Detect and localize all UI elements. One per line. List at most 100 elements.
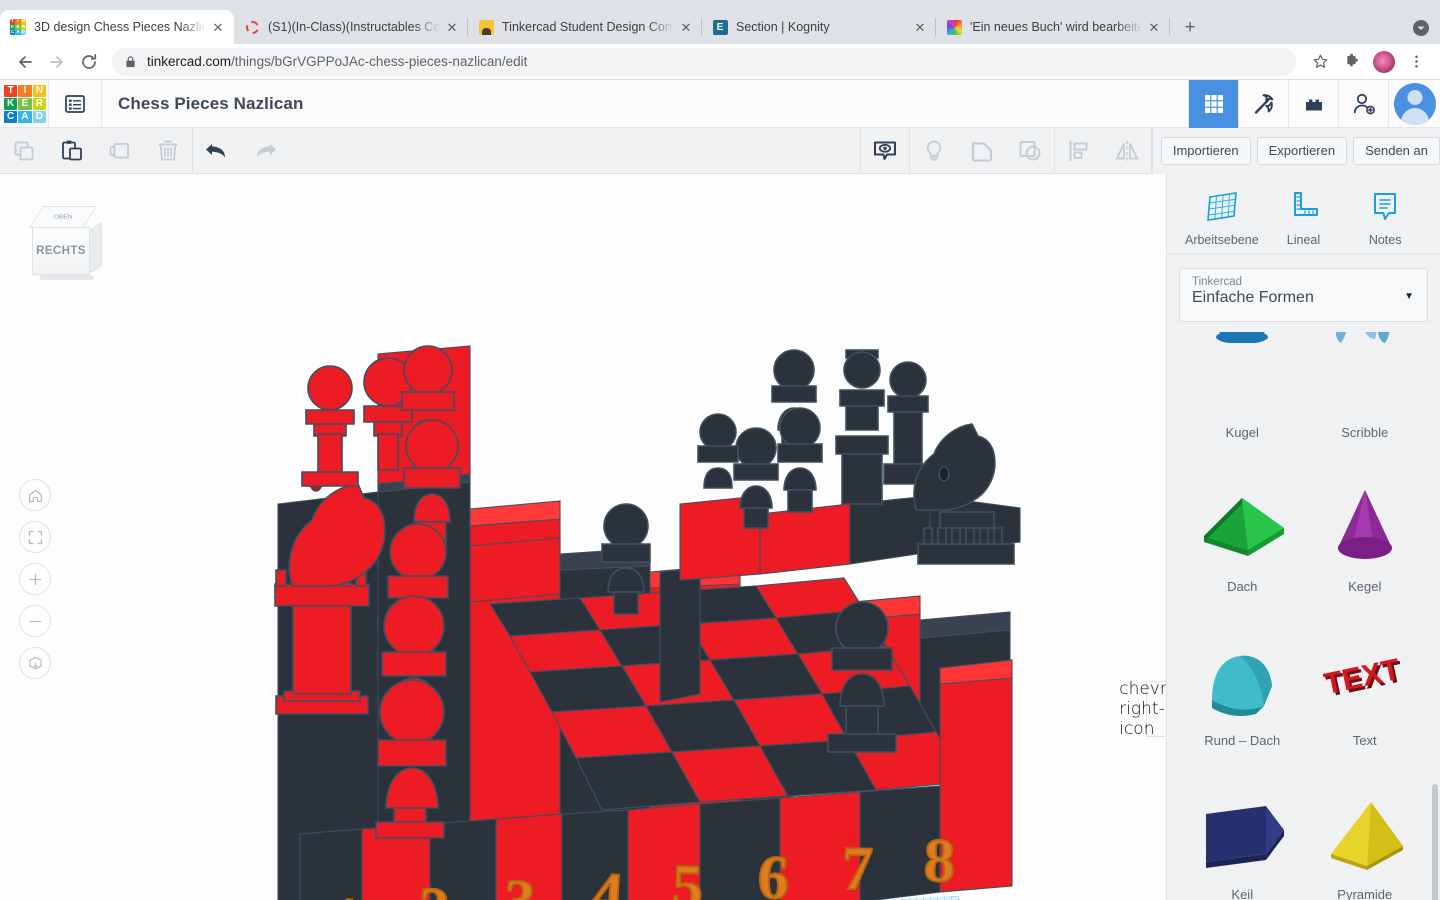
- shape-rund-dach[interactable]: Rund – Dach: [1181, 602, 1304, 756]
- browser-tab-bar: TIN KER CAD 3D design Chess Pieces Nazli…: [0, 0, 1440, 44]
- logo-letter: R: [32, 97, 46, 110]
- tinkercad-icon: TIN KER CAD: [10, 19, 26, 35]
- close-icon[interactable]: ✕: [1146, 19, 1162, 35]
- arrow-right-icon: [50, 55, 63, 68]
- shape-library-value: Einfache Formen: [1192, 289, 1314, 306]
- shape-keil[interactable]: Keil: [1181, 756, 1304, 900]
- tab-list-menu-button[interactable]: [1412, 19, 1430, 37]
- hint-button[interactable]: [910, 128, 958, 174]
- piece-knight-dark: [913, 423, 996, 511]
- editor-actions: Importieren Exportieren Senden an: [1151, 127, 1440, 174]
- piece-bishop-dark: [827, 601, 897, 753]
- browser-tab[interactable]: 'Ein neues Buch' wird bearbeite ✕: [936, 10, 1170, 44]
- logo-letter: D: [32, 110, 46, 123]
- reload-button[interactable]: [74, 47, 104, 77]
- lego-brick-icon: [1305, 99, 1322, 110]
- page-title[interactable]: Chess Pieces Nazlican: [102, 94, 303, 114]
- browser-tab[interactable]: TIN KER CAD 3D design Chess Pieces Nazli…: [0, 10, 234, 44]
- account-avatar[interactable]: [1388, 79, 1440, 128]
- delete-button[interactable]: [144, 128, 192, 174]
- close-icon[interactable]: ✕: [912, 19, 928, 35]
- shape-label: Pyramide: [1337, 887, 1393, 900]
- duplicate-icon: [109, 142, 129, 158]
- new-tab-button[interactable]: +: [1176, 13, 1204, 41]
- url-domain: tinkercad.com: [147, 54, 232, 69]
- shape-library-select[interactable]: Tinkercad Einfache Formen ▼: [1179, 268, 1428, 322]
- undo-button[interactable]: [193, 128, 241, 174]
- import-button[interactable]: Importieren: [1160, 136, 1251, 165]
- browser-tab-title: Tinkercad Student Design Con: [502, 20, 672, 34]
- export-button[interactable]: Exportieren: [1256, 136, 1348, 165]
- address-bar[interactable]: tinkercad.com/things/bGrVGPPoJAc-chess-p…: [112, 47, 1296, 76]
- minecraft-button[interactable]: [1238, 79, 1288, 128]
- piece-king-red: [301, 365, 359, 487]
- piece-pawn-dark: [601, 503, 651, 615]
- extensions-puzzle-icon: [1346, 53, 1358, 67]
- kognity-icon: E: [712, 19, 728, 35]
- shape-scribble[interactable]: Scribble: [1304, 332, 1427, 448]
- ruler-tool[interactable]: Lineal: [1266, 187, 1340, 247]
- chess-pieces[interactable]: [0, 174, 1166, 900]
- logo-letter: K: [4, 97, 18, 110]
- logo-letter: T: [4, 84, 18, 97]
- shape-label: Scribble: [1341, 425, 1389, 440]
- workplane-tool[interactable]: Arbeitsebene: [1185, 187, 1259, 247]
- gallery-button[interactable]: [49, 80, 101, 128]
- bookmark-star-button[interactable]: [1306, 48, 1334, 76]
- sphere-blue-icon: [1181, 332, 1304, 425]
- ruler-icon: [1294, 191, 1319, 216]
- shape-list-scrollbar[interactable]: [1432, 784, 1438, 900]
- chevron-down-icon: ▼: [1404, 291, 1414, 302]
- duplicate-button[interactable]: [96, 128, 144, 174]
- panel-tool-label: Arbeitsebene: [1184, 232, 1259, 247]
- logo-letter: E: [18, 97, 32, 110]
- grid-icon: [1204, 94, 1223, 113]
- close-icon[interactable]: ✕: [678, 19, 694, 35]
- view-tooltip-button[interactable]: [861, 128, 909, 174]
- forward-button[interactable]: [42, 47, 72, 77]
- redo-arrow-icon: [256, 143, 276, 158]
- close-icon[interactable]: ✕: [444, 19, 460, 35]
- shape-kegel[interactable]: Kegel: [1304, 448, 1427, 602]
- back-button[interactable]: [10, 47, 40, 77]
- shape-pyramide[interactable]: Pyramide: [1304, 756, 1427, 900]
- redo-button[interactable]: [241, 128, 289, 174]
- 3d-viewport[interactable]: OBEN RECHTS 4 5 6 7 8 chevr right-icon: [0, 174, 1166, 900]
- shape-label: Dach: [1227, 579, 1258, 594]
- shape-library-group: Tinkercad: [1192, 276, 1243, 288]
- ungroup-button[interactable]: [1006, 128, 1054, 174]
- paste-button[interactable]: [48, 128, 96, 174]
- mirror-button[interactable]: [1103, 128, 1151, 174]
- align-button[interactable]: [1055, 128, 1103, 174]
- browser-tab-title: (S1)(In-Class)(Instructables Co: [268, 20, 440, 34]
- shape-kugel[interactable]: Kugel: [1181, 332, 1304, 448]
- browser-tab[interactable]: E Section | Kognity ✕: [702, 10, 936, 44]
- extensions-button[interactable]: [1338, 48, 1366, 76]
- tinkercad-logo[interactable]: T I N K E R C A D: [2, 83, 48, 125]
- lock-icon: [124, 55, 137, 68]
- shape-list[interactable]: Kugel Scribble Dach Kegel Rund – Dach TE…: [1167, 332, 1440, 900]
- notes-tool[interactable]: Notes: [1348, 187, 1422, 247]
- copy-button[interactable]: [0, 128, 48, 174]
- collapse-panel-button[interactable]: chevron-right-icon: [1119, 679, 1166, 739]
- browser-tab[interactable]: Tinkercad Student Design Con ✕: [468, 10, 702, 44]
- close-icon[interactable]: ✕: [210, 19, 226, 35]
- browser-tab[interactable]: (S1)(In-Class)(Instructables Co ✕: [234, 10, 468, 44]
- blocks-button[interactable]: [1288, 79, 1338, 128]
- trash-icon: [158, 140, 178, 160]
- invite-button[interactable]: [1338, 79, 1388, 128]
- send-to-button[interactable]: Senden an: [1353, 136, 1440, 165]
- panel-tool-label: Lineal: [1286, 232, 1321, 247]
- more-vertical-icon[interactable]: [1402, 48, 1430, 76]
- group-button[interactable]: [958, 128, 1006, 174]
- designs-grid-button[interactable]: [1188, 79, 1238, 128]
- browser-tab-title: 'Ein neues Buch' wird bearbeite: [970, 20, 1142, 34]
- roof-green-icon: [1181, 475, 1304, 579]
- shape-text[interactable]: TEXT TEXT Text: [1304, 602, 1427, 756]
- scribble-blue-icon: [1304, 332, 1427, 425]
- piece-pawn-dark: [777, 407, 823, 513]
- chess-board-model[interactable]: 1 2 3 4 5 6 7 8: [0, 174, 1166, 900]
- piece-pawn-dark: [733, 427, 779, 529]
- profile-avatar[interactable]: [1370, 48, 1398, 76]
- shape-dach[interactable]: Dach: [1181, 448, 1304, 602]
